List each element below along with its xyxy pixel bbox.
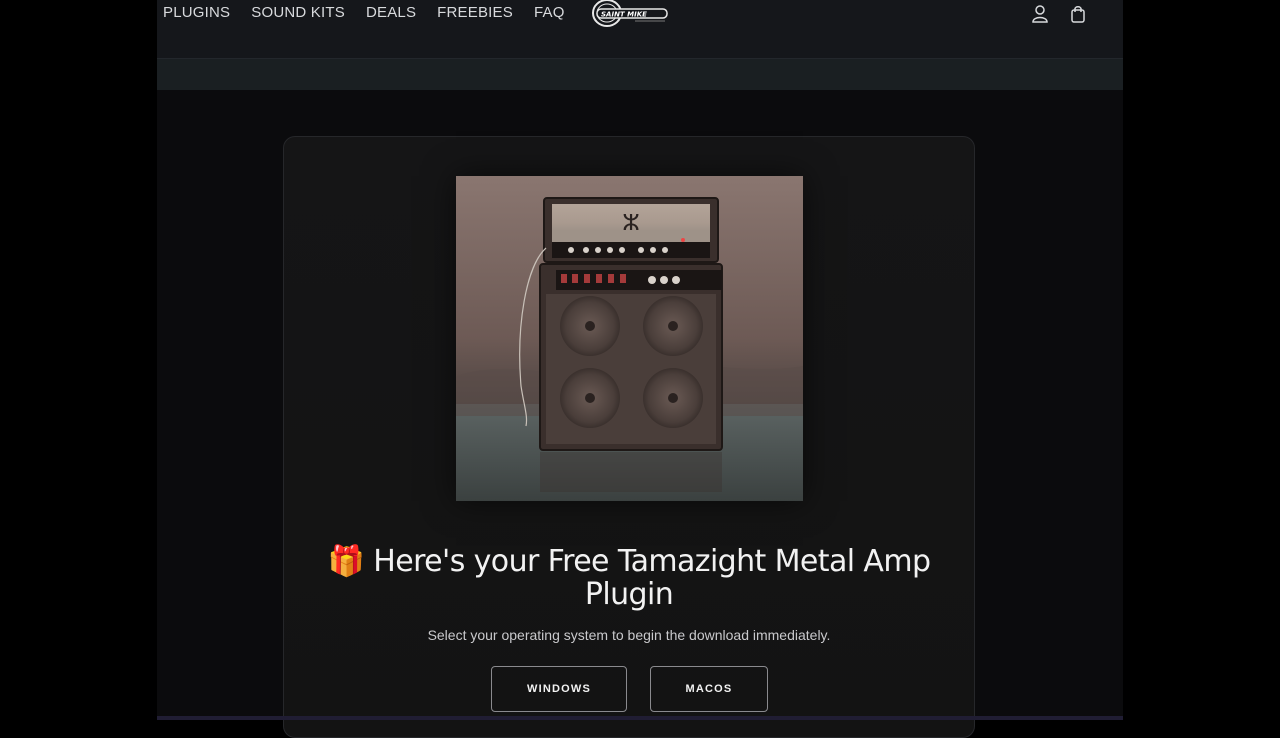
announcement-bar <box>157 59 1123 90</box>
site-container: PLUGINS SOUND KITS DEALS FREEBIES FAQ SA… <box>157 0 1123 738</box>
amp-product-image: ⵣ <box>456 176 803 501</box>
windows-download-button[interactable]: WINDOWS <box>491 666 627 712</box>
header-icons <box>1031 4 1087 24</box>
account-icon[interactable] <box>1031 4 1049 24</box>
macos-download-button[interactable]: MACOS <box>650 666 768 712</box>
download-card: ⵣ 🎁 Here's your Free Tamazight Metal Amp… <box>283 136 975 738</box>
svg-text:ⵣ: ⵣ <box>622 211 639 236</box>
main-nav: PLUGINS SOUND KITS DEALS FREEBIES FAQ <box>163 4 586 21</box>
cart-icon[interactable] <box>1069 4 1087 24</box>
nav-item-faq[interactable]: FAQ <box>534 4 565 21</box>
logo-text: SAINT MIKE <box>601 11 647 19</box>
site-header: PLUGINS SOUND KITS DEALS FREEBIES FAQ SA… <box>157 0 1123 59</box>
nav-item-deals[interactable]: DEALS <box>366 4 416 21</box>
nav-item-sound-kits[interactable]: SOUND KITS <box>251 4 345 21</box>
headline-text: Here's your Free Tamazight Metal Amp Plu… <box>373 544 931 612</box>
nav-item-freebies[interactable]: FREEBIES <box>437 4 513 21</box>
page-title: 🎁 Here's your Free Tamazight Metal Amp P… <box>284 545 974 611</box>
nav-item-plugins[interactable]: PLUGINS <box>163 4 230 21</box>
bottom-divider <box>157 716 1123 720</box>
subtitle: Select your operating system to begin th… <box>427 627 831 643</box>
logo[interactable]: SAINT MIKE <box>591 0 669 28</box>
gift-icon: 🎁 <box>327 544 365 579</box>
